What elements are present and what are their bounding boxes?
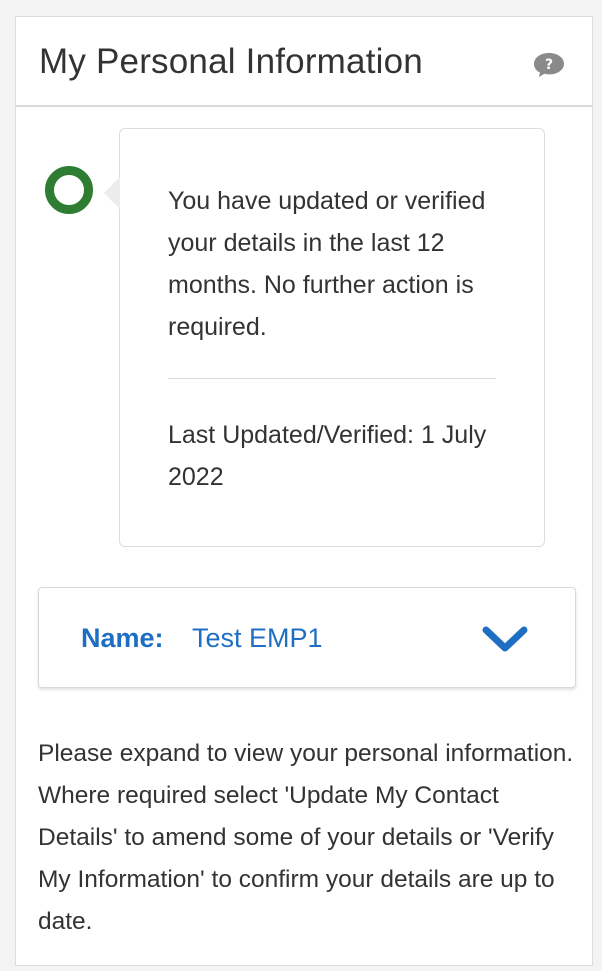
- name-expand-row[interactable]: Name: Test EMP1: [38, 587, 576, 688]
- instructions-text: Please expand to view your personal info…: [38, 740, 574, 935]
- verification-status-card: You have updated or verified your detail…: [104, 128, 545, 547]
- status-message: You have updated or verified your detail…: [168, 187, 486, 341]
- name-label: Name:: [81, 623, 164, 653]
- chevron-down-icon[interactable]: [481, 624, 529, 654]
- name-value: Test EMP1: [192, 623, 323, 653]
- last-updated-text: Last Updated/Verified: 1 July 2022: [168, 421, 487, 491]
- card-pointer: [104, 177, 120, 209]
- panel-header: My Personal Information ?: [16, 17, 592, 107]
- verified-status-ring-icon: [45, 166, 93, 214]
- panel-title: My Personal Information: [39, 42, 423, 81]
- svg-text:?: ?: [545, 57, 553, 73]
- card-divider: [168, 378, 496, 379]
- personal-information-panel: My Personal Information ? You have updat…: [15, 16, 593, 966]
- help-icon[interactable]: ?: [532, 51, 566, 79]
